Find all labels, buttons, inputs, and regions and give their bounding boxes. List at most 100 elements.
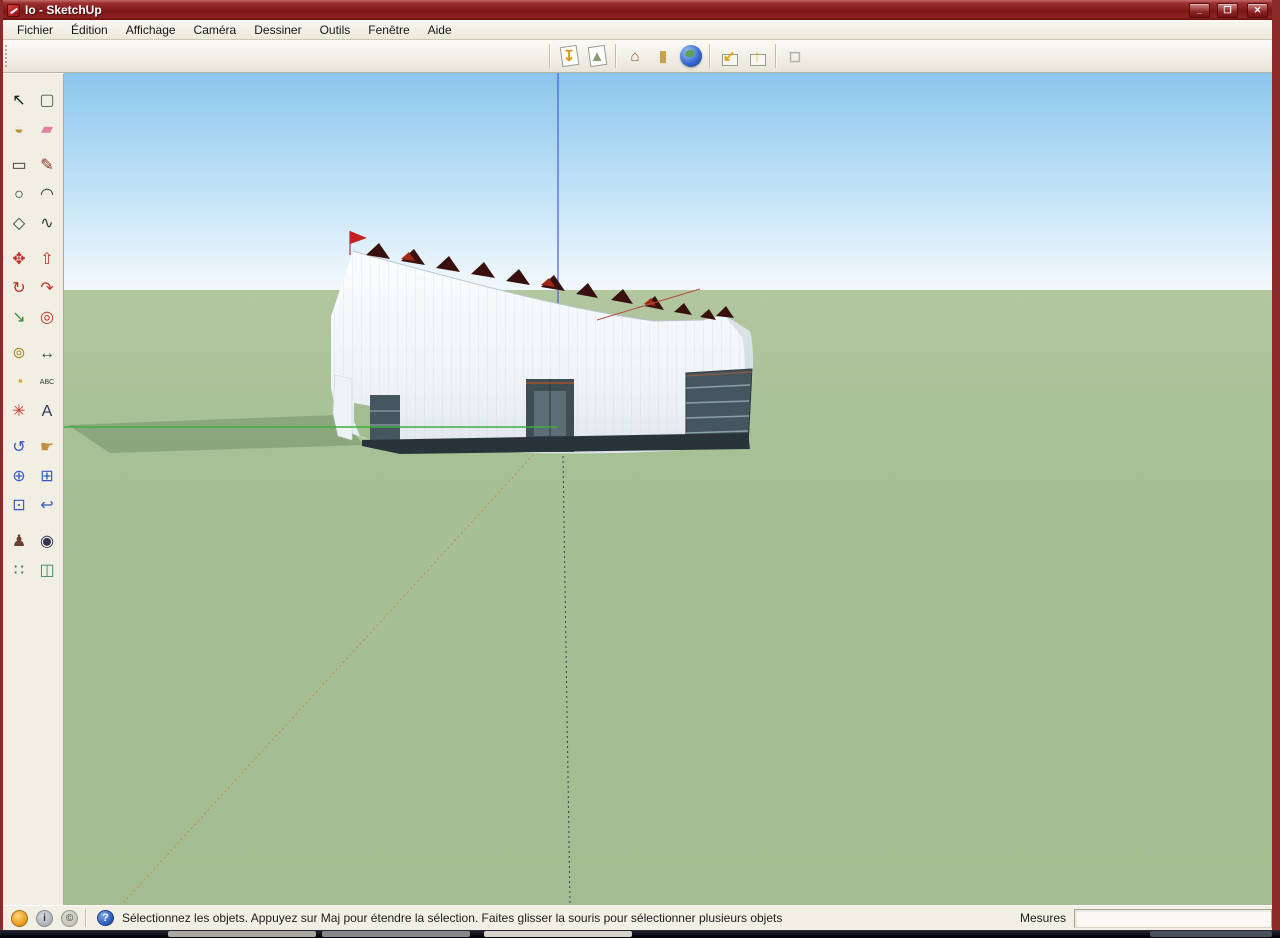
close-button[interactable]: ✕	[1247, 3, 1268, 18]
model-building[interactable]	[331, 231, 753, 454]
status-message: Sélectionnez les objets. Appuyez sur Maj…	[122, 911, 1020, 925]
roof-flag	[350, 231, 367, 244]
tool-scale-button[interactable]: ↘	[5, 303, 33, 332]
download-model-icon[interactable]: ↙	[715, 42, 743, 70]
tool-zoom-extents-button[interactable]: ⊡	[5, 491, 33, 520]
minimize-button[interactable]: _	[1189, 3, 1210, 18]
tool-arc-button[interactable]: ◠	[33, 180, 61, 209]
protractor-icon: ◔	[14, 375, 24, 391]
look-around-icon: ◉	[40, 534, 54, 550]
tool-line-button[interactable]: ✎	[33, 151, 61, 180]
tool-polygon-button[interactable]: ◇	[5, 209, 33, 238]
tool-orbit-button[interactable]: ↺	[5, 433, 33, 462]
menu-outils[interactable]: Outils	[311, 21, 360, 39]
dimension-icon: ↔	[39, 346, 55, 362]
measurements-label: Mesures	[1020, 911, 1066, 925]
place-model-icon[interactable]: ⌂	[621, 42, 649, 70]
menu-dessiner[interactable]: Dessiner	[245, 21, 310, 39]
tool-section-plane-button[interactable]: ◫	[33, 556, 61, 585]
toolbar-separator	[709, 44, 711, 68]
toolbar-separator	[615, 44, 617, 68]
app-icon	[7, 4, 20, 17]
menu-affichage[interactable]: Affichage	[117, 21, 185, 39]
taskbar-button[interactable]	[168, 931, 316, 937]
freehand-icon: ∿	[40, 216, 53, 232]
component-box-icon[interactable]: ◻	[781, 42, 809, 70]
upload-model-icon[interactable]: ↑	[743, 42, 771, 70]
tool-3d-text-button[interactable]: A	[33, 397, 61, 426]
taskbar-button[interactable]	[484, 931, 632, 937]
tool-paint-bucket-button[interactable]: ◒	[5, 115, 33, 144]
menu-fenetre[interactable]: Fenêtre	[359, 21, 418, 39]
google-toolbar: ↧ ▲ ⌂ ▮ ↙ ↑ ◻	[3, 40, 1272, 73]
maximize-button[interactable]: ❐	[1217, 3, 1238, 18]
get-models-icon[interactable]: ▮	[649, 42, 677, 70]
toggle-terrain-icon[interactable]: ▲	[583, 42, 611, 70]
tool-look-around-button[interactable]: ◉	[33, 527, 61, 556]
tool-position-camera-button[interactable]: ♟	[5, 527, 33, 556]
title-bar: Io - SketchUp _ ❐ ✕	[3, 0, 1272, 20]
text-icon: ABC	[40, 379, 54, 386]
sketchup-window: Io - SketchUp _ ❐ ✕ Fichier Édition Affi…	[0, 0, 1280, 930]
push-pull-icon: ⇧	[40, 252, 53, 268]
eraser-icon: ▰	[41, 122, 53, 138]
circle-icon: ○	[14, 187, 24, 203]
help-icon[interactable]: ?	[97, 910, 114, 926]
tool-protractor-button[interactable]: ◔	[5, 368, 33, 397]
zoom-window-icon: ⊞	[40, 469, 53, 485]
tool-make-component-button[interactable]: ▢	[33, 86, 61, 115]
tool-walk-button[interactable]: ∷	[5, 556, 33, 585]
position-camera-icon: ♟	[12, 534, 26, 550]
tool-select-button[interactable]: ↖	[5, 86, 33, 115]
tool-zoom-window-button[interactable]: ⊞	[33, 462, 61, 491]
window-title: Io - SketchUp	[25, 3, 1182, 17]
tool-axes-button[interactable]: ✳	[5, 397, 33, 426]
taskbar-button[interactable]	[322, 931, 470, 937]
taskbar-tray[interactable]	[1150, 931, 1272, 937]
credits-icon[interactable]: ©	[61, 910, 78, 927]
toolbar-drag-handle[interactable]	[5, 45, 9, 67]
menu-camera[interactable]: Caméra	[185, 21, 246, 39]
rotate-icon: ↻	[12, 281, 25, 297]
tool-freehand-button[interactable]: ∿	[33, 209, 61, 238]
tool-palette: ↖ ▢ ◒ ▰ ▭ ✎ ○ ◠ ◇ ∿ ✥ ⇧ ↻ ↷↘◎⊚ ↔ ◔ ABC ✳ A ↺☛ ⊕ ⊞ ⊡ ↩ ♟ ◉ ∷ ◫	[3, 73, 64, 905]
tool-offset-button[interactable]: ◎	[33, 303, 61, 332]
arc-icon: ◠	[40, 187, 54, 203]
select-icon: ↖	[12, 93, 25, 109]
menu-bar: Fichier Édition Affichage Caméra Dessine…	[3, 20, 1272, 40]
menu-edition[interactable]: Édition	[62, 21, 117, 39]
tool-eraser-button[interactable]: ▰	[33, 115, 61, 144]
tool-push-pull-button[interactable]: ⇧	[33, 245, 61, 274]
model-viewport[interactable]	[64, 73, 1272, 905]
tool-pan-button[interactable]: ☛	[33, 433, 61, 462]
3d-text-icon: A	[42, 404, 53, 420]
statusbar-divider	[85, 909, 86, 927]
menu-aide[interactable]: Aide	[419, 21, 461, 39]
axes-icon: ✳	[12, 404, 25, 420]
tool-previous-button[interactable]: ↩	[33, 491, 61, 520]
geolocation-icon[interactable]	[11, 910, 28, 927]
tool-tape-measure-button[interactable]: ⊚	[5, 339, 33, 368]
line-icon: ✎	[40, 158, 53, 174]
tool-text-button[interactable]: ABC	[33, 368, 61, 397]
windows-taskbar[interactable]	[0, 930, 1280, 938]
toolbar-separator	[775, 44, 777, 68]
tool-rotate-button[interactable]: ↻	[5, 274, 33, 303]
tool-circle-button[interactable]: ○	[5, 180, 33, 209]
get-current-view-icon[interactable]: ↧	[555, 42, 583, 70]
measurements-input[interactable]	[1074, 909, 1272, 928]
google-earth-icon[interactable]	[677, 42, 705, 70]
menu-fichier[interactable]: Fichier	[8, 21, 62, 39]
tool-follow-me-button[interactable]: ↷	[33, 274, 61, 303]
zoom-extents-icon: ⊡	[12, 498, 25, 514]
tool-rectangle-button[interactable]: ▭	[5, 151, 33, 180]
tool-dimension-button[interactable]: ↔	[33, 339, 61, 368]
tool-move-button[interactable]: ✥	[5, 245, 33, 274]
zoom-icon: ⊕	[12, 469, 25, 485]
status-bar: i © ? Sélectionnez les objets. Appuyez s…	[3, 905, 1272, 930]
toolbar-separator	[549, 44, 551, 68]
walk-icon: ∷	[14, 563, 24, 579]
info-icon[interactable]: i	[36, 910, 53, 927]
paint-bucket-icon: ◒	[14, 122, 24, 138]
tool-zoom-button[interactable]: ⊕	[5, 462, 33, 491]
